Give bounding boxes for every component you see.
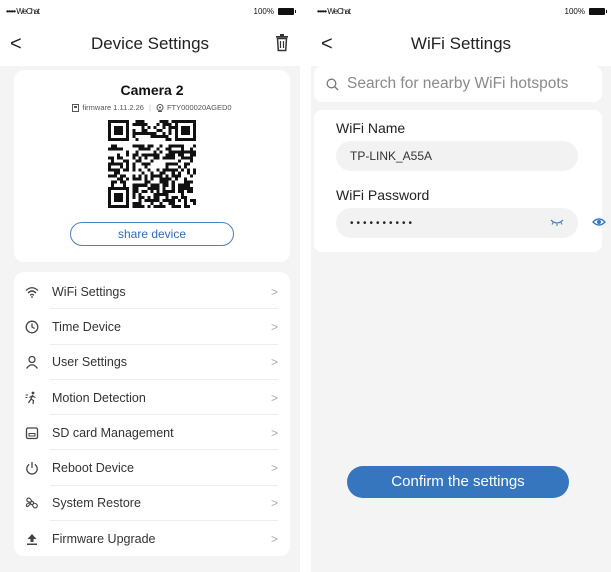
chevron-right-icon: >: [270, 461, 278, 476]
chip-icon: [72, 103, 80, 112]
menu-item-label: System Restore: [52, 496, 141, 511]
wifi-name-field[interactable]: [336, 141, 578, 171]
menu-item-label: Firmware Upgrade: [52, 531, 156, 546]
menu-item-user-settings[interactable]: User Settings >: [14, 345, 290, 381]
menu-item-label: Reboot Device: [52, 461, 134, 476]
wifi-password-field[interactable]: ••••••••••: [336, 208, 578, 238]
back-button[interactable]: <: [321, 32, 333, 56]
device-card: Camera 2 firmware 1.11.2.26 | FTY000020A…: [14, 70, 290, 262]
meta-divider: |: [148, 103, 151, 112]
chevron-right-icon: >: [270, 355, 278, 370]
eye-closed-icon[interactable]: [550, 217, 564, 227]
clock-icon: [24, 319, 40, 335]
menu-item-label: WiFi Settings: [52, 284, 126, 299]
battery-percent: 100%: [253, 6, 274, 16]
nav-bar: < WiFi Settings: [311, 22, 611, 66]
qr-code: [108, 120, 196, 208]
chevron-right-icon: >: [270, 496, 278, 511]
device-id: FTY000020AGED0: [166, 103, 232, 112]
wifi-password-label: WiFi Password: [336, 187, 430, 203]
page-title: WiFi Settings: [410, 34, 512, 53]
sd-card-icon: [24, 425, 40, 441]
search-icon: [326, 78, 339, 90]
menu-item-firmware-upgrade[interactable]: Firmware Upgrade >: [14, 521, 290, 556]
battery-icon: [589, 7, 607, 15]
search-input[interactable]: [347, 75, 587, 93]
restore-icon: [24, 495, 40, 511]
menu-item-label: Time Device: [52, 319, 121, 334]
confirm-settings-button[interactable]: Confirm the settings: [347, 466, 569, 498]
carrier-label: ••••• WeChat: [6, 6, 40, 16]
eye-open-icon[interactable]: [592, 217, 606, 227]
battery-percent: 100%: [564, 6, 585, 16]
menu-item-sd-card-management[interactable]: SD card Management >: [14, 415, 290, 451]
carrier-label: ••••• WeChat: [317, 6, 351, 16]
back-button[interactable]: <: [10, 32, 22, 56]
wifi-password-input[interactable]: ••••••••••: [350, 218, 415, 229]
power-icon: [24, 460, 40, 476]
battery-icon: [278, 7, 296, 15]
battery-indicator: 100%: [253, 6, 296, 16]
chevron-right-icon: >: [270, 284, 278, 299]
trash-icon[interactable]: [274, 34, 290, 52]
wifi-name-label: WiFi Name: [336, 120, 406, 136]
wifi-form-card: WiFi Name WiFi Password ••••••••••: [314, 110, 606, 252]
nav-bar: < Device Settings: [0, 22, 300, 66]
share-device-button[interactable]: share device: [70, 222, 234, 246]
user-icon: [24, 354, 40, 370]
menu-item-wifi-settings[interactable]: WiFi Settings >: [14, 274, 290, 310]
wifi-name-input[interactable]: [350, 149, 530, 163]
device-name: Camera 2: [120, 82, 184, 98]
camera-icon: [156, 103, 164, 112]
upload-icon: [24, 531, 40, 547]
status-bar: ••••• WeChat 100%: [0, 0, 300, 22]
chevron-right-icon: >: [270, 425, 278, 440]
device-meta: firmware 1.11.2.26 | FTY000020AGED0: [14, 103, 290, 112]
settings-menu: WiFi Settings > Time Device > User Setti…: [14, 272, 290, 556]
chevron-right-icon: >: [270, 319, 278, 334]
wifi-search-bar[interactable]: [314, 66, 602, 102]
menu-item-system-restore[interactable]: System Restore >: [14, 486, 290, 522]
chevron-right-icon: >: [270, 390, 278, 405]
firmware-version: firmware 1.11.2.26: [82, 103, 144, 112]
menu-item-label: SD card Management: [52, 425, 174, 440]
page-title: Device Settings: [90, 34, 210, 53]
device-settings-screen: ••••• WeChat 100% < Device Settings Came…: [0, 0, 300, 572]
menu-item-time-device[interactable]: Time Device >: [14, 309, 290, 345]
menu-item-motion-detection[interactable]: Motion Detection >: [14, 380, 290, 416]
wifi-icon: [24, 284, 40, 300]
motion-icon: [24, 390, 40, 406]
menu-item-label: User Settings: [52, 355, 128, 370]
chevron-right-icon: >: [270, 531, 278, 546]
battery-indicator: 100%: [564, 6, 607, 16]
wifi-settings-screen: ••••• WeChat 100% < WiFi Settings WiFi N…: [311, 0, 611, 572]
status-bar: ••••• WeChat 100%: [311, 0, 611, 22]
menu-item-label: Motion Detection: [52, 390, 146, 405]
menu-item-reboot-device[interactable]: Reboot Device >: [14, 450, 290, 487]
